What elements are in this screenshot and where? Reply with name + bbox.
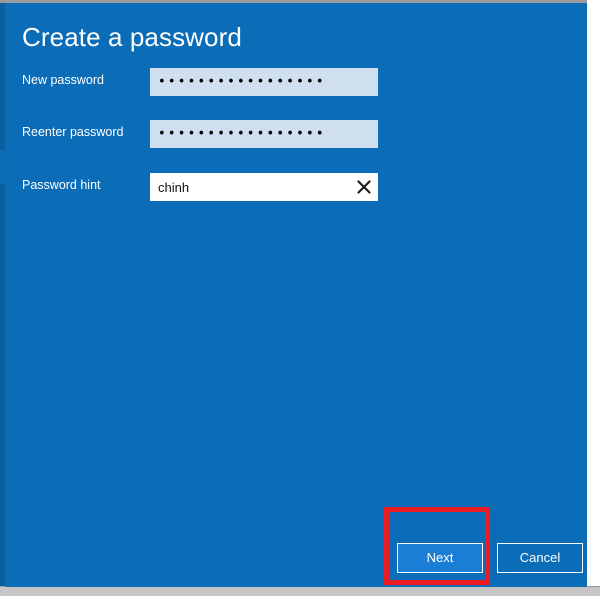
create-password-dialog: Create a password New password •••••••••… (5, 3, 587, 587)
form-row-new-password: New password ••••••••••••••••• (5, 68, 587, 96)
reenter-password-masked-value: ••••••••••••••••• (158, 126, 326, 142)
close-x-icon[interactable] (351, 174, 377, 200)
cancel-button[interactable]: Cancel (497, 543, 583, 573)
window-right-margin (587, 0, 600, 596)
password-hint-value: chinh (158, 179, 190, 195)
screenshot-canvas: Create a password New password •••••••••… (0, 0, 600, 596)
label-reenter-password: Reenter password (22, 125, 124, 139)
new-password-input[interactable]: ••••••••••••••••• (150, 68, 378, 96)
reenter-password-input[interactable]: ••••••••••••••••• (150, 120, 378, 148)
form-row-reenter-password: Reenter password ••••••••••••••••• (5, 120, 587, 148)
window-bottom-edge (0, 587, 600, 596)
form-row-password-hint: Password hint chinh (5, 173, 587, 201)
new-password-masked-value: ••••••••••••••••• (158, 74, 326, 90)
next-button[interactable]: Next (397, 543, 483, 573)
password-hint-input[interactable]: chinh (150, 173, 378, 201)
label-password-hint: Password hint (22, 178, 101, 192)
dialog-button-row: Next Cancel (5, 543, 587, 575)
page-title: Create a password (22, 22, 242, 52)
label-new-password: New password (22, 73, 104, 87)
